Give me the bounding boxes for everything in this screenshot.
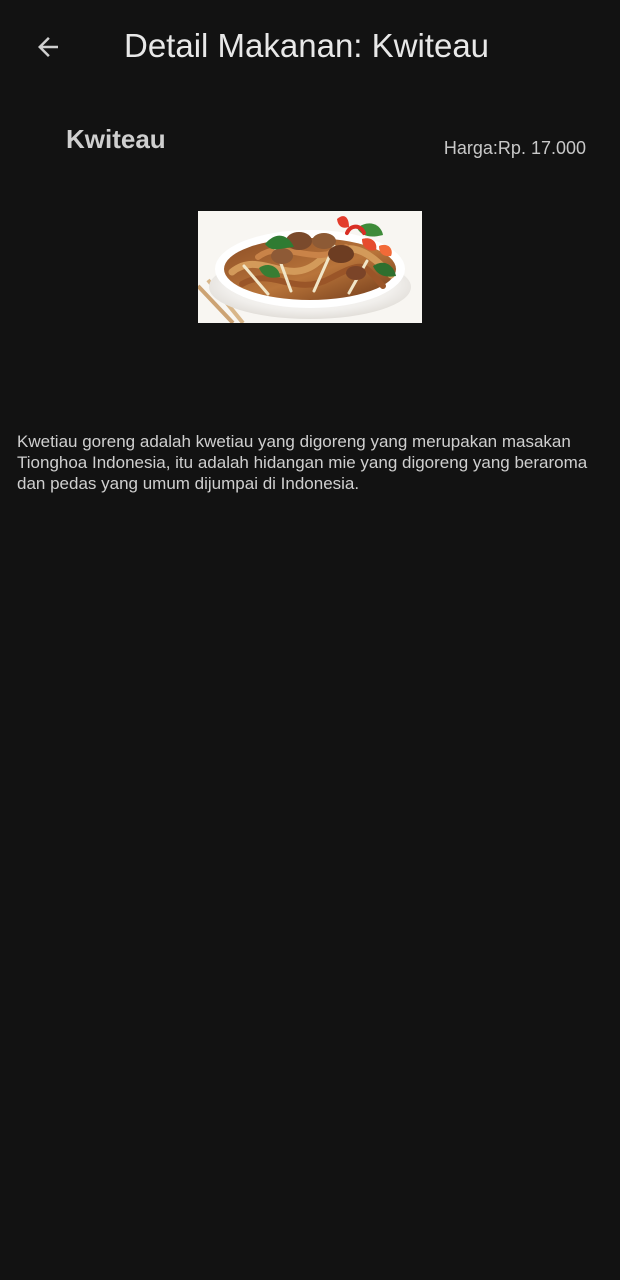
app-bar: Detail Makanan: Kwiteau — [0, 0, 620, 92]
kwetiau-dish-image — [198, 211, 422, 323]
food-name: Kwiteau — [66, 124, 166, 154]
food-price: Harga:Rp. 17.000 — [443, 138, 586, 158]
page-title: Detail Makanan: Kwiteau — [124, 27, 490, 64]
food-description: Kwetiau goreng adalah kwetiau yang digor… — [17, 432, 588, 493]
food-detail-screen: Detail Makanan: Kwiteau Kwiteau Harga:Rp… — [0, 0, 620, 1280]
back-button[interactable] — [24, 23, 72, 71]
food-image — [198, 211, 422, 323]
arrow-left-icon — [38, 37, 58, 57]
